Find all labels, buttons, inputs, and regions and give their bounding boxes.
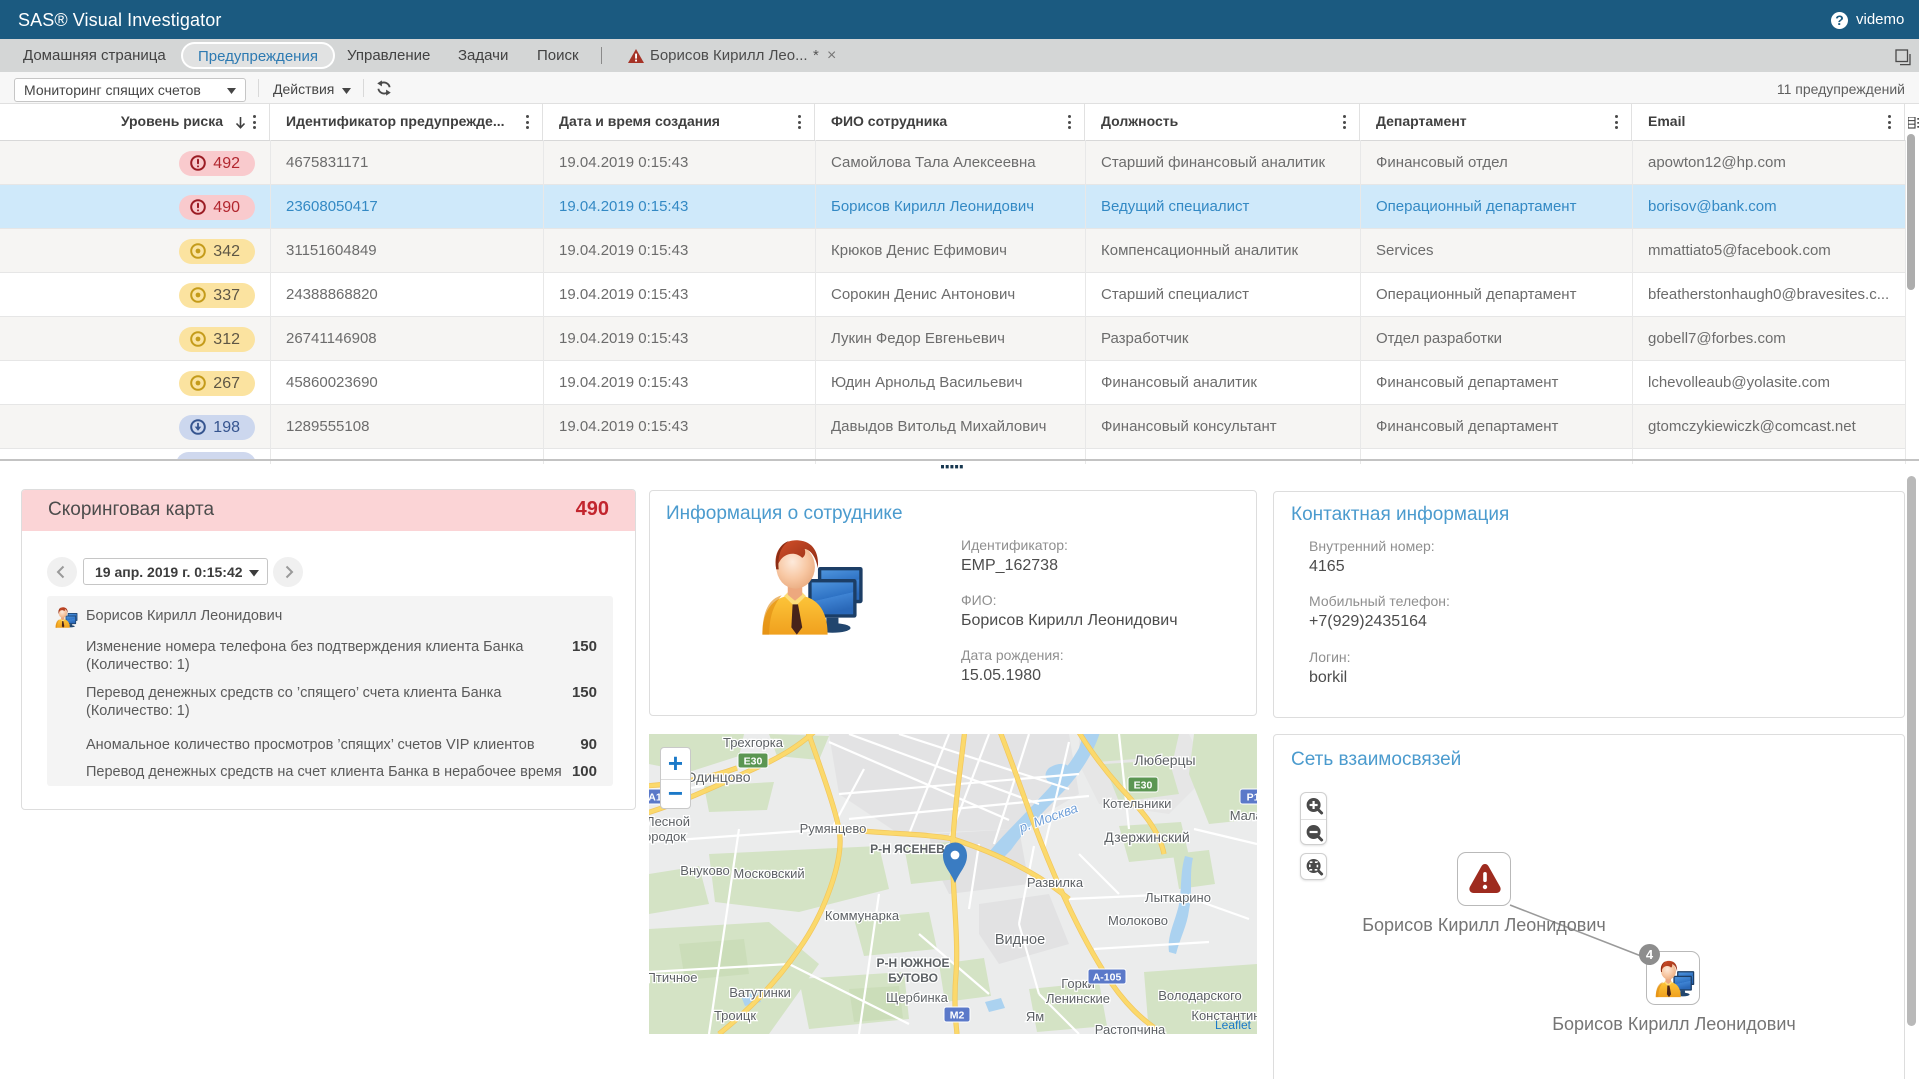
svg-text:Лесной: Лесной (649, 814, 690, 829)
svg-text:Р-Н ЯСЕНЕВО: Р-Н ЯСЕНЕВО (870, 842, 954, 856)
svg-text:Внуково: Внуково (680, 863, 729, 878)
svg-text:БУТОВО: БУТОВО (888, 971, 938, 985)
svg-text:Leaflet: Leaflet (1215, 1018, 1252, 1032)
svg-text:Дзержинский: Дзержинский (1104, 829, 1189, 845)
svg-text:Ям: Ям (1026, 1009, 1044, 1024)
svg-text:Троицк: Троицк (714, 1008, 756, 1023)
svg-text:M2: M2 (950, 1010, 965, 1022)
svg-text:Лыткарино: Лыткарино (1145, 890, 1211, 905)
svg-text:ородок: ородок (649, 829, 686, 844)
svg-text:Володарского: Володарского (1158, 988, 1242, 1003)
svg-text:Московский: Московский (733, 866, 804, 881)
svg-text:Ленинские: Ленинские (1046, 991, 1110, 1006)
svg-text:Люберцы: Люберцы (1134, 752, 1195, 768)
svg-text:Котельники: Котельники (1103, 796, 1172, 811)
svg-text:Щербинка: Щербинка (886, 990, 949, 1005)
svg-text:P1: P1 (1247, 792, 1257, 804)
svg-text:Молоково: Молоково (1108, 913, 1168, 928)
svg-text:Развилка: Развилка (1027, 875, 1084, 890)
svg-text:Коммунарка: Коммунарка (825, 908, 900, 923)
svg-text:А-105: А-105 (1093, 972, 1122, 984)
svg-text:Птичное: Птичное (649, 970, 697, 985)
svg-text:E30: E30 (744, 756, 763, 768)
svg-text:Трехгорка: Трехгорка (723, 735, 784, 750)
svg-text:Видное: Видное (995, 932, 1045, 948)
svg-text:Румянцево: Румянцево (800, 821, 867, 836)
svg-text:Р-Н ЮЖНОЕ: Р-Н ЮЖНОЕ (877, 956, 950, 970)
svg-text:Одинцово: Одинцово (685, 769, 750, 785)
svg-text:Растопчина: Растопчина (1095, 1022, 1166, 1034)
svg-text:Малахо: Малахо (1230, 808, 1257, 823)
svg-text:E30: E30 (1134, 780, 1153, 792)
svg-text:Ватутинки: Ватутинки (729, 985, 791, 1000)
